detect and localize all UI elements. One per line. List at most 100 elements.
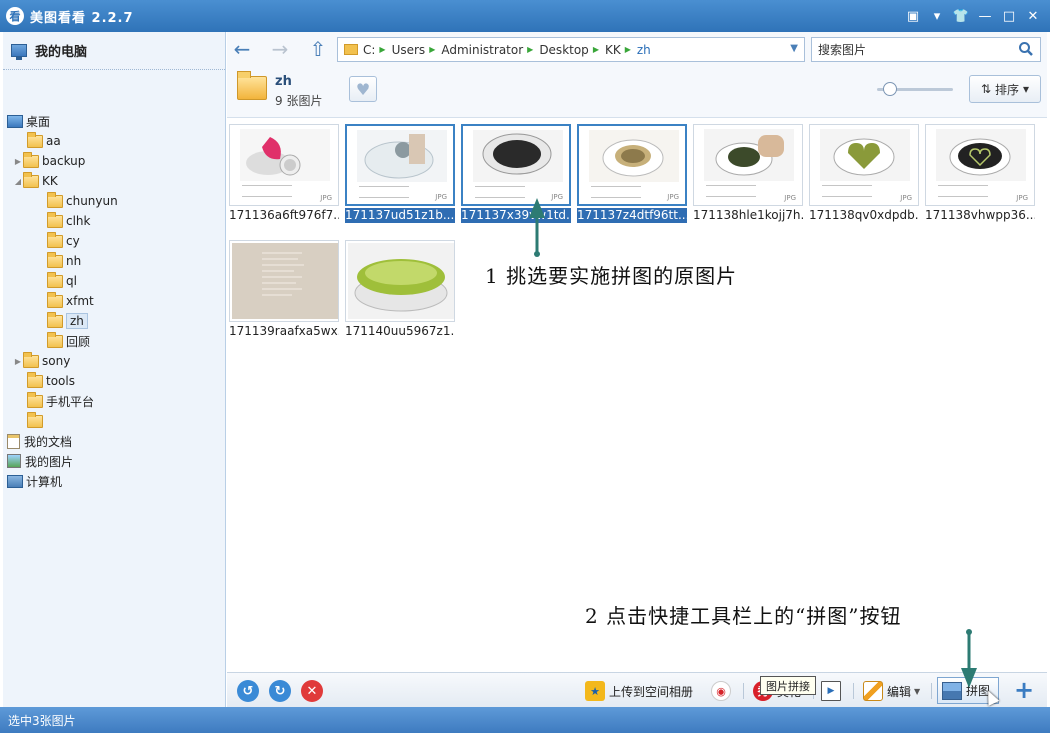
desktop-icon xyxy=(7,114,23,128)
tree-item-folder[interactable]: xfmt xyxy=(47,291,94,311)
tree-item-folder[interactable]: cy xyxy=(47,231,80,251)
zoom-slider-handle[interactable] xyxy=(883,82,898,96)
thumbnail-item-selected[interactable]: JPG 171137z4dtf96tt... xyxy=(577,124,687,223)
up-folder-button[interactable]: ⇧ xyxy=(307,37,329,61)
breadcrumb-separator-icon: ▶ xyxy=(429,45,436,54)
thumbnail-frame[interactable]: JPG xyxy=(693,124,803,206)
tree-item-documents[interactable]: 我的文档 xyxy=(7,431,72,451)
maximize-button[interactable]: □ xyxy=(998,6,1020,26)
thumbnail-image xyxy=(704,129,794,181)
breadcrumb-kk[interactable]: KK xyxy=(605,43,621,57)
delete-button[interactable]: ✕ xyxy=(301,680,323,702)
upload-album-label: 上传到空间相册 xyxy=(609,684,694,699)
tree-item-pictures[interactable]: 我的图片 xyxy=(7,451,73,471)
tree-item-folder[interactable]: nh xyxy=(47,251,81,271)
search-input[interactable]: 搜索图片 xyxy=(811,37,1041,62)
thumbnail-frame[interactable]: JPG xyxy=(229,124,339,206)
sidebar-title: 我的电脑 xyxy=(35,45,88,60)
thumbnail-item[interactable]: JPG 171138hle1kojj7h... xyxy=(693,124,803,223)
upload-album-button[interactable]: ★ 上传到空间相册 xyxy=(585,679,693,703)
thumbnail-frame[interactable]: JPG xyxy=(461,124,571,206)
thumbnail-item[interactable]: 171139raafxa5wx... xyxy=(229,240,339,339)
thumbnail-text-lines xyxy=(359,186,409,198)
thumbnail-filename: 171136a6ft976f7... xyxy=(229,208,339,222)
chevron-down-icon[interactable]: ▼ xyxy=(790,43,798,54)
tree-item-desktop[interactable]: 桌面 xyxy=(7,111,50,131)
thumbnail-item[interactable]: JPG 171136a6ft976f7... xyxy=(229,124,339,223)
thumbnail-image xyxy=(357,130,447,182)
thumbnail-frame[interactable] xyxy=(229,240,339,322)
tree-item-folder[interactable]: aa xyxy=(27,131,61,151)
tree-item-folder[interactable]: chunyun xyxy=(47,191,118,211)
folder-icon xyxy=(47,311,63,328)
tree-item-folder-selected[interactable]: zh xyxy=(47,311,88,331)
folder-icon xyxy=(27,411,43,428)
edit-button[interactable]: 编辑 ▼ xyxy=(863,679,920,703)
search-placeholder: 搜索图片 xyxy=(818,43,867,57)
address-bar[interactable]: C: ▶ Users ▶ Administrator ▶ Desktop ▶ KK ▶ z… xyxy=(337,37,805,62)
tree-item-folder[interactable]: 手机平台 xyxy=(27,391,94,411)
breadcrumb-users[interactable]: Users xyxy=(392,43,426,57)
pictures-icon xyxy=(7,454,21,468)
tree-item-computer[interactable]: 计算机 xyxy=(7,471,62,491)
expand-arrow-icon[interactable]: ▶ xyxy=(13,157,23,166)
expand-arrow-icon[interactable]: ▶ xyxy=(13,357,23,366)
thumbnail-item-selected[interactable]: JPG 171137x39vw1td... xyxy=(461,124,571,223)
thumbnail-item[interactable]: JPG 171138qv0xdpdb... xyxy=(809,124,919,223)
main-panel: ← → ⇧ C: ▶ Users ▶ Administrator ▶ Desktop ▶… xyxy=(227,32,1047,707)
back-button[interactable]: ← xyxy=(231,37,253,61)
thumbnail-frame[interactable]: JPG xyxy=(577,124,687,206)
thumbnail-frame[interactable]: JPG xyxy=(809,124,919,206)
thumbnail-item[interactable]: JPG 171138vhwpp36... xyxy=(925,124,1035,223)
breadcrumb-drive[interactable]: C: xyxy=(363,43,375,57)
tree-item-folder[interactable]: ▶ sony xyxy=(13,351,70,371)
thumbnail-text-lines xyxy=(938,185,988,197)
tree-item-folder[interactable]: tools xyxy=(27,371,75,391)
add-button[interactable]: + xyxy=(1011,676,1037,704)
thumbnail-item[interactable]: 171140uu5967z1... xyxy=(345,240,455,339)
feedback-icon[interactable]: ▣ xyxy=(902,6,924,26)
breadcrumb-administrator[interactable]: Administrator xyxy=(441,43,523,57)
slideshow-button[interactable]: ▶ xyxy=(821,679,845,703)
tree-item-folder[interactable]: ▶ backup xyxy=(13,151,85,171)
thumbnail-frame[interactable] xyxy=(345,240,455,322)
thumbnail-frame[interactable]: JPG xyxy=(925,124,1035,206)
folder-icon xyxy=(27,371,43,388)
current-folder-icon xyxy=(237,71,267,100)
close-button[interactable]: ✕ xyxy=(1022,6,1044,26)
tree-item-folder[interactable]: clhk xyxy=(47,211,91,231)
thumbnail-frame[interactable]: JPG xyxy=(345,124,455,206)
tree-item-folder[interactable]: ql xyxy=(47,271,77,291)
window-title: 美图看看 2.2.7 xyxy=(30,10,134,26)
rotate-right-button[interactable]: ↻ xyxy=(269,680,291,702)
collapse-arrow-icon[interactable]: ◢ xyxy=(13,177,23,186)
tree-item-folder[interactable] xyxy=(27,411,46,431)
file-extension: JPG xyxy=(435,193,447,201)
thumbnail-image xyxy=(348,243,454,319)
skin-icon[interactable]: 👕 xyxy=(950,6,972,26)
breadcrumb-zh[interactable]: zh xyxy=(637,43,651,57)
minimize-button[interactable]: — xyxy=(974,6,996,26)
favorite-button[interactable]: ♥ xyxy=(349,76,377,102)
rotate-left-button[interactable]: ↺ xyxy=(237,680,259,702)
thumbnail-item-selected[interactable]: JPG 171137ud51z1b... xyxy=(345,124,455,223)
search-icon[interactable] xyxy=(1018,41,1034,57)
folder-icon xyxy=(47,331,63,348)
tree-item-folder[interactable]: ◢ KK xyxy=(13,171,58,191)
breadcrumb-separator-icon: ▶ xyxy=(592,45,599,54)
tree-item-folder[interactable]: 回顾 xyxy=(47,331,90,351)
chevron-down-icon[interactable]: ▼ xyxy=(914,687,920,696)
thumbnail-filename: 171139raafxa5wx... xyxy=(229,324,339,338)
forward-button[interactable]: → xyxy=(269,37,291,61)
annotation-step-1: 1 挑选要实施拼图的原图片 xyxy=(485,264,738,288)
breadcrumb-desktop[interactable]: Desktop xyxy=(539,43,589,57)
thumbnail-text-lines xyxy=(242,185,292,197)
thumbnail-text-lines xyxy=(706,185,756,197)
sort-label: 排序 xyxy=(995,82,1020,97)
menu-icon[interactable]: ▾ xyxy=(926,6,948,26)
thumbnail-text-lines xyxy=(822,185,872,197)
weibo-share-button[interactable]: ◉ xyxy=(711,679,735,703)
chevron-down-icon: ▾ xyxy=(1023,82,1030,96)
sort-button[interactable]: ⇅ 排序 ▾ xyxy=(969,75,1041,103)
collage-tooltip: 图片拼接 xyxy=(760,676,816,695)
